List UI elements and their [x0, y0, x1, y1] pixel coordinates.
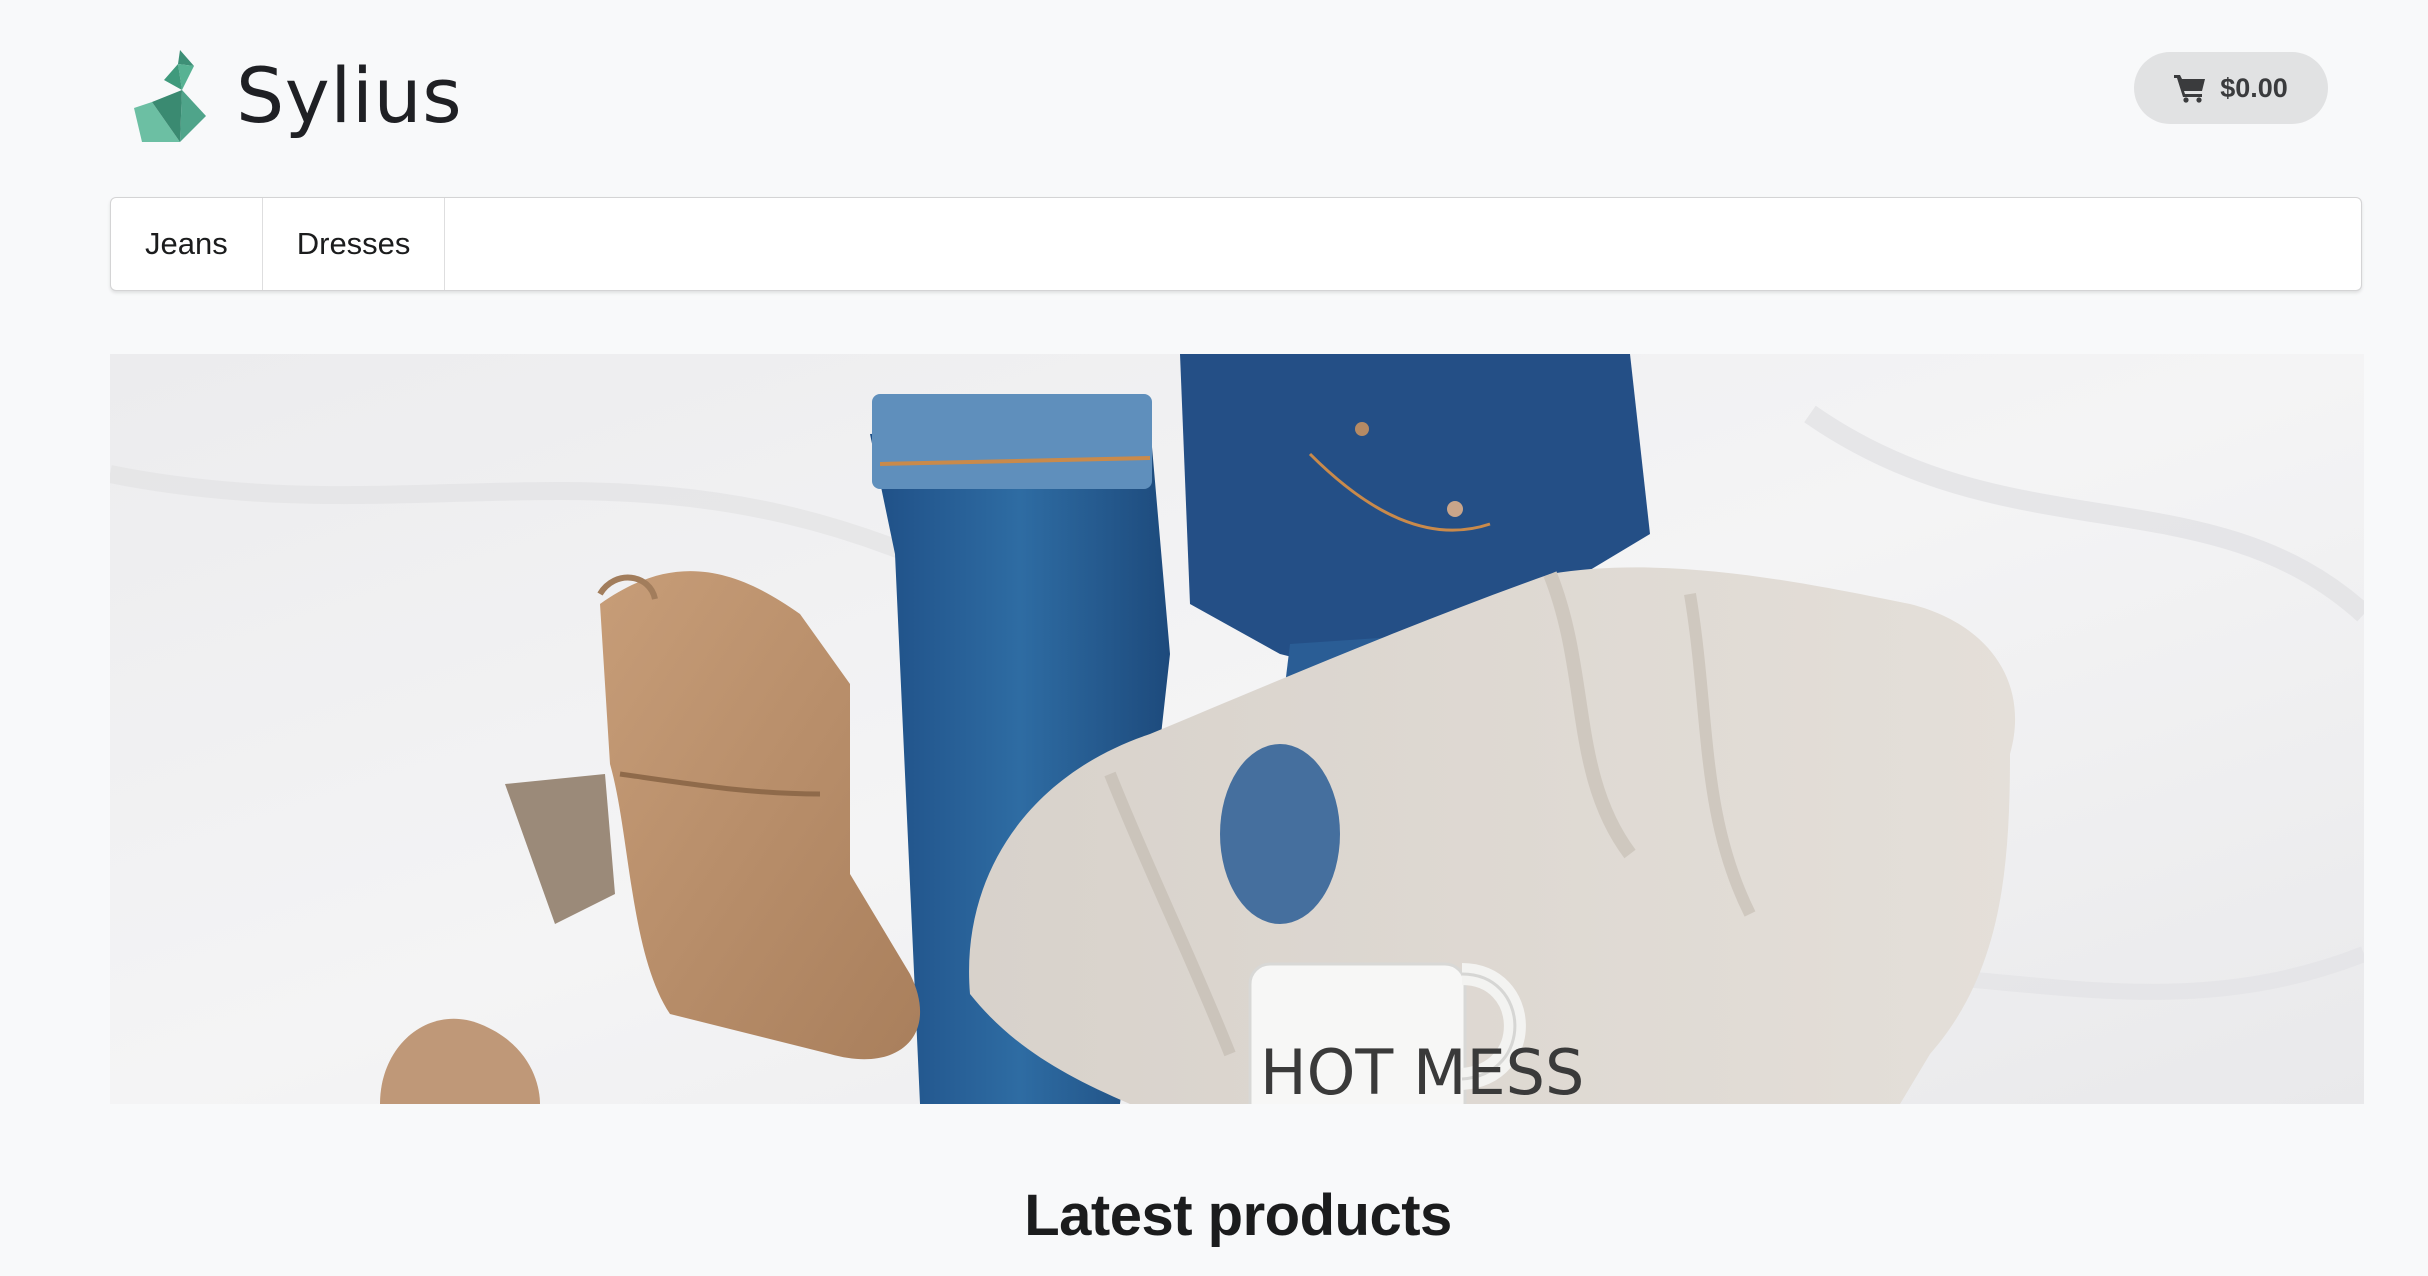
cart-total: $0.00	[2220, 72, 2288, 103]
page: Sylius $0.00 Jeans Dresses HOT MESS Late…	[0, 0, 2428, 1276]
latest-products-title: Latest products	[1024, 1183, 1452, 1248]
swan-logo-icon	[134, 50, 206, 142]
menu-item-jeans[interactable]: Jeans	[111, 198, 263, 290]
brand-logo-link[interactable]: Sylius	[134, 50, 462, 142]
main-menu: Jeans Dresses	[110, 197, 2362, 291]
hero-banner-image: HOT MESS	[110, 354, 2364, 1104]
mug-text: HOT MESS	[1260, 1036, 1584, 1104]
shopping-cart-icon	[2174, 75, 2206, 103]
cart-button[interactable]: $0.00	[2134, 52, 2328, 124]
brand-name: Sylius	[236, 51, 463, 140]
menu-item-dresses[interactable]: Dresses	[263, 198, 446, 290]
